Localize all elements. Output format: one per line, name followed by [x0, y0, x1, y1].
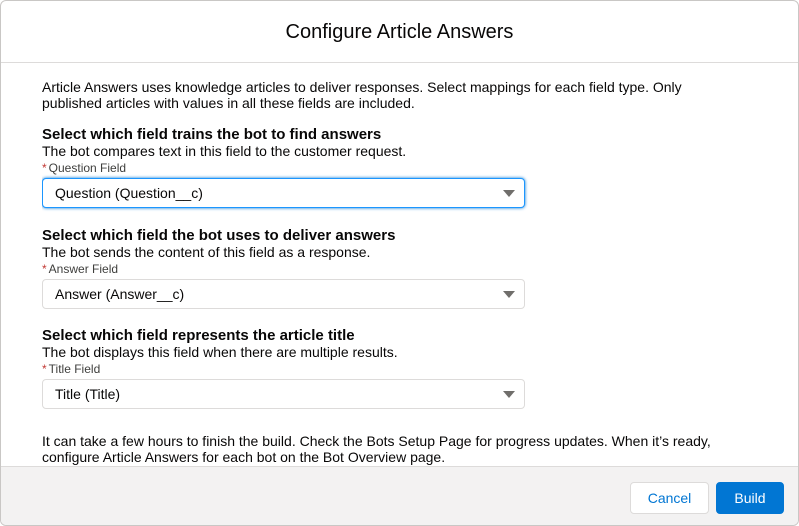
build-button[interactable]: Build	[716, 482, 784, 514]
title-field-value: Title (Title)	[55, 386, 121, 402]
answer-field-value: Answer (Answer__c)	[55, 286, 185, 302]
question-field-select[interactable]: Question (Question__c)	[42, 178, 525, 208]
modal-body: Article Answers uses knowledge articles …	[42, 63, 762, 466]
answer-field-label: * Answer Field	[42, 262, 118, 276]
configure-article-answers-modal: Configure Article Answers Article Answer…	[0, 0, 799, 526]
title-section-title: Select which field represents the articl…	[42, 327, 355, 344]
answer-section-title: Select which field the bot uses to deliv…	[42, 227, 396, 244]
required-marker: *	[42, 262, 47, 276]
required-marker: *	[42, 161, 47, 175]
build-note: It can take a few hours to finish the bu…	[42, 433, 711, 465]
question-field-value: Question (Question__c)	[55, 185, 203, 201]
answer-field-label-text: Answer Field	[48, 262, 119, 276]
chevron-down-icon	[503, 290, 515, 298]
title-field-select[interactable]: Title (Title)	[42, 379, 525, 409]
answer-section-description: The bot sends the content of this field …	[42, 244, 371, 260]
answer-field-select[interactable]: Answer (Answer__c)	[42, 279, 525, 309]
intro-text: Article Answers uses knowledge articles …	[42, 79, 682, 111]
modal-footer: Cancel Build	[1, 466, 798, 525]
modal-title: Configure Article Answers	[285, 21, 514, 43]
modal-header: Configure Article Answers	[1, 1, 798, 63]
question-field-label: * Question Field	[42, 161, 126, 175]
question-section-description: The bot compares text in this field to t…	[42, 143, 407, 159]
title-field-label-text: Title Field	[48, 362, 101, 376]
title-field-label: * Title Field	[42, 362, 100, 376]
question-field-label-text: Question Field	[48, 161, 127, 175]
title-section-description: The bot displays this field when there a…	[42, 344, 398, 360]
required-marker: *	[42, 362, 47, 376]
chevron-down-icon	[503, 390, 515, 398]
cancel-button[interactable]: Cancel	[630, 482, 709, 514]
question-section-title: Select which field trains the bot to fin…	[42, 126, 382, 143]
chevron-down-icon	[503, 189, 515, 197]
